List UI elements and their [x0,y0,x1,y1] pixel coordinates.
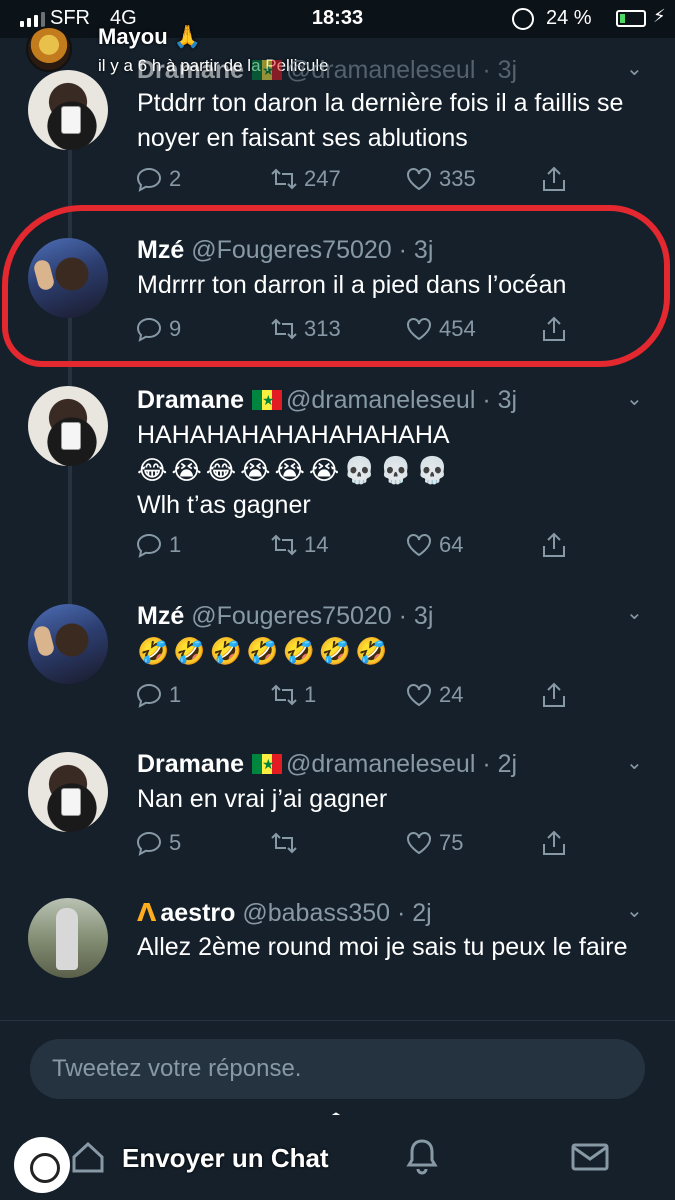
crown-logo-icon: ᐱ [137,899,157,927]
senegal-flag-icon [252,754,282,774]
retweet-icon [270,682,298,708]
rotation-lock-icon [512,8,534,30]
retweet-icon [270,166,298,192]
tweet-header: Dramane @dramaneleseul · 3j [137,56,517,85]
chevron-down-icon[interactable]: ⌄ [626,56,643,81]
red-circle-annotation [2,205,670,367]
reply-button[interactable]: 1 [135,682,181,708]
author-handle[interactable]: @Fougeres75020 · 3j [191,602,433,630]
snap-bottom-bar: Envoyer un Chat [0,1115,675,1200]
retweet-button[interactable] [270,830,304,856]
author-name[interactable]: Dramane [137,56,244,84]
retweet-button[interactable]: 247 [270,166,341,192]
author-handle[interactable]: @dramaneleseul · 3j [286,56,517,84]
avatar[interactable] [28,386,108,466]
chevron-down-icon[interactable]: ⌄ [626,750,643,775]
share-button[interactable] [540,532,568,558]
reply-count: 1 [169,532,182,557]
share-icon [540,166,568,192]
heart-icon [405,682,433,708]
author-name[interactable]: Mzé [137,602,184,630]
home-icon[interactable] [66,1135,110,1179]
chevron-down-icon[interactable]: ⌄ [626,600,643,625]
like-count: 64 [439,532,464,557]
battery-percent: 24 % [546,7,592,29]
reply-count: 5 [169,830,182,855]
emoji-row: 😂😭😂😭😭😭💀💀💀 [137,455,453,485]
mail-icon[interactable] [568,1135,612,1179]
story-avatar[interactable] [26,26,72,72]
tweet-header: Dramane @dramaneleseul · 2j [137,750,517,779]
avatar[interactable] [28,70,108,150]
heart-icon [405,830,433,856]
author-handle[interactable]: @dramaneleseul · 3j [286,386,517,414]
reply-icon [135,830,163,856]
heart-icon [405,532,433,558]
camera-icon[interactable] [14,1137,70,1193]
retweet-count: 247 [304,166,341,191]
reply-button[interactable]: 1 [135,532,181,558]
reply-count: 2 [169,166,182,191]
share-icon [540,830,568,856]
tweet-header: Mzé @Fougeres75020 · 3j [137,602,433,631]
emoji-row: 🤣🤣🤣🤣🤣🤣🤣 [137,636,392,666]
retweet-button[interactable]: 1 [270,682,316,708]
tweet-header: Dramane @dramaneleseul · 3j [137,386,517,415]
bell-icon[interactable] [400,1135,444,1179]
battery-icon [616,10,646,27]
like-button[interactable]: 75 [405,830,463,856]
tweet-text: Nan en vrai j’ai gagner [137,785,388,813]
reply-button[interactable]: 2 [135,166,181,192]
tweet-line: HAHAHAHAHAHAHAHAHA [137,421,450,449]
senegal-flag-icon [252,390,282,410]
share-button[interactable] [540,830,568,856]
tweet-text: Ptddrr ton daron la dernière fois il a f… [137,89,624,152]
heart-icon [405,166,433,192]
like-count: 24 [439,682,464,707]
like-button[interactable]: 24 [405,682,463,708]
author-handle[interactable]: @babass350 · 2j [242,899,431,927]
share-button[interactable] [540,166,568,192]
retweet-count: 14 [304,532,329,557]
like-count: 75 [439,830,464,855]
author-name[interactable]: Dramane [137,386,244,414]
tweet-header: ᐱ aestro @babass350 · 2j [137,898,432,928]
share-icon [540,532,568,558]
share-button[interactable] [540,682,568,708]
chevron-down-icon[interactable]: ⌄ [626,898,643,923]
battery-fill [620,14,626,23]
like-button[interactable]: 64 [405,532,463,558]
story-name: Mayou 🙏 [98,24,202,49]
chevron-down-icon[interactable]: ⌄ [626,386,643,411]
retweet-icon [270,532,298,558]
avatar[interactable] [28,898,108,978]
author-handle[interactable]: @dramaneleseul · 2j [286,750,517,778]
tweet-text: Allez 2ème round moi je sais tu peux le … [137,933,628,961]
tweet-line: Wlh t’as gagner [137,491,311,519]
reply-icon [135,682,163,708]
reply-count: 1 [169,682,182,707]
author-name[interactable]: Dramane [137,750,244,778]
like-count: 335 [439,166,476,191]
send-chat-button[interactable]: Envoyer un Chat [122,1143,329,1174]
tweet-text: HAHAHAHAHAHAHAHAHA 😂😭😂😭😭😭💀💀💀 Wlh t’as ga… [137,418,647,523]
share-icon [540,682,568,708]
like-button[interactable]: 335 [405,166,476,192]
retweet-button[interactable]: 14 [270,532,328,558]
charging-icon: ⚡ [653,6,666,26]
avatar[interactable] [28,604,108,684]
retweet-icon [270,830,298,856]
author-name[interactable]: aestro [160,899,235,927]
reply-icon [135,532,163,558]
retweet-count: 1 [304,682,317,707]
avatar[interactable] [28,752,108,832]
senegal-flag-icon [252,60,282,80]
reply-icon [135,166,163,192]
reply-button[interactable]: 5 [135,830,181,856]
